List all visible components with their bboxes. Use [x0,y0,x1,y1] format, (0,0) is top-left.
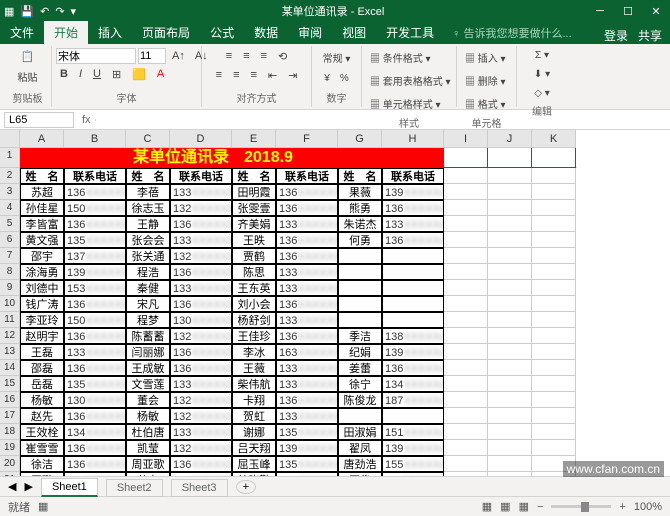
paste-button[interactable]: 📋 [17,48,39,65]
paste-label: 粘贴 [18,69,38,84]
col-header-B[interactable]: B [64,130,126,147]
formula-bar[interactable] [95,119,670,121]
tab-formulas[interactable]: 公式 [200,21,244,44]
close-icon[interactable]: ✕ [646,5,666,18]
watermark: www.cfan.com.cn [563,461,664,477]
qat-undo-icon[interactable]: ↶ [40,5,49,18]
conditional-format-button[interactable]: ▦ 条件格式 ▾ [366,48,452,67]
tab-data[interactable]: 数据 [244,21,288,44]
sheet-nav-first-icon[interactable]: ◀ [8,480,16,493]
zoom-slider[interactable] [551,505,611,508]
group-align-label: 对齐方式 [206,88,307,105]
tab-layout[interactable]: 页面布局 [132,21,200,44]
cell-style-button[interactable]: ▦ 单元格样式 ▾ [366,94,452,113]
col-header-H[interactable]: H [382,130,444,147]
zoom-level[interactable]: 100% [634,501,662,513]
tab-view[interactable]: 视图 [332,21,376,44]
status-bar: 就绪 ▦ ▦ ▦ ▦ − + 100% [0,496,670,516]
insert-cells-button[interactable]: ▦ 插入 ▾ [461,48,512,67]
table-format-button[interactable]: ▦ 套用表格格式 ▾ [366,71,452,90]
tab-review[interactable]: 审阅 [288,21,332,44]
zoom-out-icon[interactable]: − [537,501,543,513]
percent-icon[interactable]: % [336,71,353,86]
tell-me-search[interactable]: ♀ 告诉我您想要做什么... [444,22,579,44]
group-number-label: 数字 [316,88,357,105]
bold-button[interactable]: B [56,66,72,83]
indent-inc-icon[interactable]: ⇥ [284,67,301,84]
zoom-in-icon[interactable]: + [619,501,625,513]
align-mid-icon[interactable]: ≡ [239,48,253,65]
formula-bar-row: fx [0,110,670,130]
sheet-nav-prev-icon[interactable]: ▶ [24,480,32,493]
col-header-C[interactable]: C [126,130,170,147]
underline-button[interactable]: U [89,66,105,83]
share-button[interactable]: 共享 [638,27,662,44]
qat-save-icon[interactable]: 💾 [20,5,34,18]
currency-icon[interactable]: ¥ [320,71,334,86]
cells-grid[interactable]: 某单位通讯录2018.9姓 名联系电话姓 名联系电话姓 名联系电话姓 名联系电话… [20,148,670,476]
delete-cells-button[interactable]: ▦ 删除 ▾ [461,71,512,90]
view-layout-icon[interactable]: ▦ [500,500,510,513]
column-headers[interactable]: ABCDEFGHIJK [20,130,576,148]
group-font-label: 字体 [56,88,197,105]
group-clipboard-label: 剪贴板 [8,88,47,105]
view-normal-icon[interactable]: ▦ [482,500,492,513]
orientation-icon[interactable]: ⟲ [274,48,291,65]
select-all-corner[interactable] [0,130,20,148]
title-bar: ▦ 💾 ↶ ↷ ▾ 某单位通讯录 - Excel ─ ☐ ✕ [0,0,670,22]
number-format-select[interactable]: 常规 ▾ [319,48,355,67]
minimize-icon[interactable]: ─ [590,5,610,18]
tab-home[interactable]: 开始 [44,21,88,44]
align-left-icon[interactable]: ≡ [212,67,226,84]
col-header-D[interactable]: D [170,130,232,147]
qat-redo-icon[interactable]: ↷ [55,5,64,18]
align-right-icon[interactable]: ≡ [246,67,260,84]
ribbon-tabs: 文件 开始 插入 页面布局 公式 数据 审阅 视图 开发工具 ♀ 告诉我您想要做… [0,22,670,44]
login-link[interactable]: 登录 [604,27,628,44]
view-break-icon[interactable]: ▦ [519,500,529,513]
app-icon: ▦ [4,5,14,18]
clear-icon[interactable]: ◇ ▾ [530,86,554,101]
border-button[interactable]: ⊞ [108,66,125,83]
group-styles-label: 样式 [366,113,452,130]
align-top-icon[interactable]: ≡ [222,48,236,65]
worksheet-area: ABCDEFGHIJK 1234567891011121314151617181… [0,130,670,476]
format-cells-button[interactable]: ▦ 格式 ▾ [461,94,512,113]
name-box[interactable] [4,112,74,128]
increase-font-icon[interactable]: A↑ [168,48,189,64]
group-editing-label: 编辑 [521,101,563,118]
sheet-tab-bar: ◀ ▶ Sheet1 Sheet2 Sheet3 + [0,476,670,496]
col-header-F[interactable]: F [276,130,338,147]
align-bot-icon[interactable]: ≡ [257,48,271,65]
fill-color-button[interactable]: 🟨 [128,66,150,83]
ribbon: 📋 粘贴 剪贴板 A↑ A↓ B I U ⊞ 🟨 A 字体 [0,44,670,110]
group-cells-label: 单元格 [461,113,512,130]
font-name-select[interactable] [56,48,136,64]
sheet-tab-1[interactable]: Sheet1 [41,478,98,497]
new-sheet-button[interactable]: + [236,480,256,494]
sheet-tab-2[interactable]: Sheet2 [106,479,163,497]
sheet-tab-3[interactable]: Sheet3 [171,479,228,497]
col-header-E[interactable]: E [232,130,276,147]
col-header-I[interactable]: I [444,130,488,147]
col-header-J[interactable]: J [488,130,532,147]
fx-icon[interactable]: fx [78,114,95,126]
font-color-button[interactable]: A [153,66,168,83]
tab-file[interactable]: 文件 [0,21,44,44]
indent-dec-icon[interactable]: ⇤ [264,67,281,84]
window-title: 某单位通讯录 - Excel [76,3,590,19]
tab-developer[interactable]: 开发工具 [376,21,444,44]
row-headers[interactable]: 123456789101112131415161718192021 [0,148,20,476]
col-header-K[interactable]: K [532,130,576,147]
autosum-icon[interactable]: Σ ▾ [531,48,553,63]
font-size-select[interactable] [138,48,166,64]
align-center-icon[interactable]: ≡ [229,67,243,84]
fill-icon[interactable]: ⬇ ▾ [530,67,554,82]
col-header-G[interactable]: G [338,130,382,147]
col-header-A[interactable]: A [20,130,64,147]
tab-insert[interactable]: 插入 [88,21,132,44]
status-scroll-icon: ▦ [38,500,48,513]
maximize-icon[interactable]: ☐ [618,5,638,18]
italic-button[interactable]: I [75,66,86,83]
